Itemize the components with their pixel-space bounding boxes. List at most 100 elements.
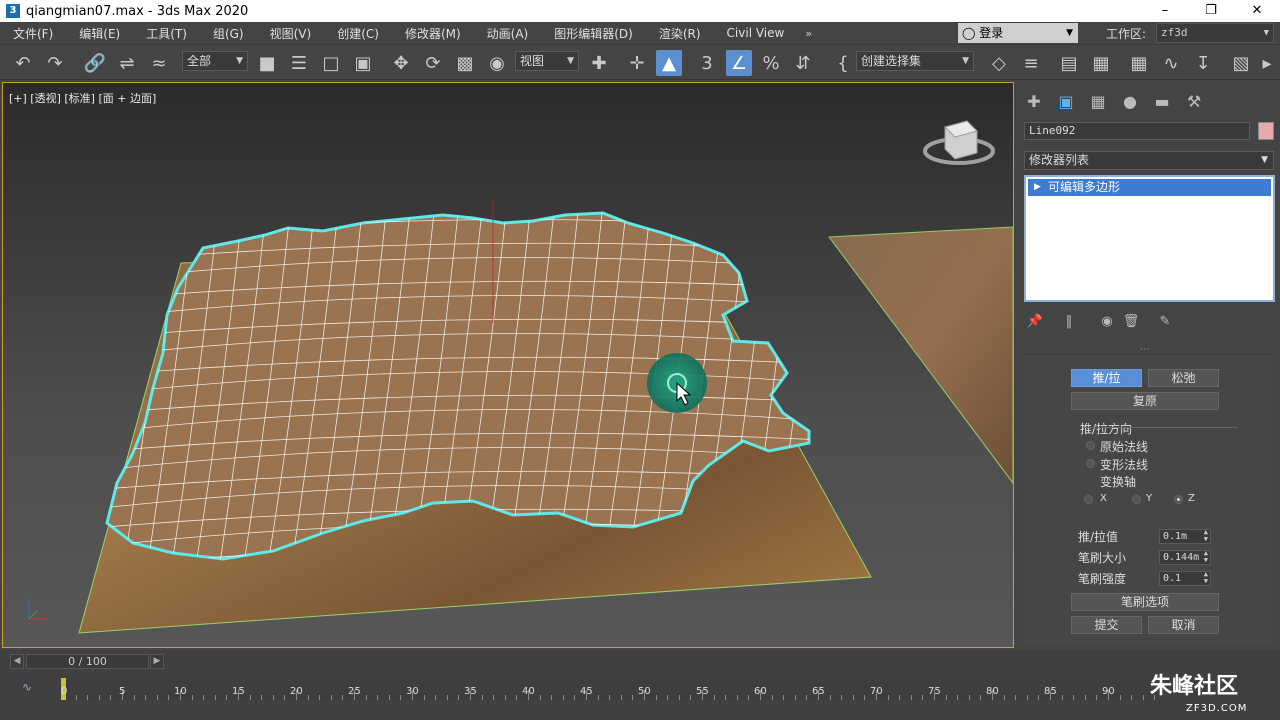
select-by-name-icon[interactable]: ☰ <box>286 50 312 76</box>
push-pull-button[interactable]: 推/拉 <box>1071 369 1142 387</box>
relax-button[interactable]: 松弛 <box>1148 369 1219 387</box>
revert-button[interactable]: 复原 <box>1071 392 1219 410</box>
push-pull-value-spinner[interactable]: 0.1m ▲ ▼ <box>1159 529 1211 544</box>
object-name-field[interactable]: Line092 <box>1024 122 1250 140</box>
ribbon-toggle-icon[interactable]: ▦ <box>1126 50 1152 76</box>
stack-item-editable-poly[interactable]: ▶ 可编辑多边形 <box>1028 179 1271 196</box>
commit-button[interactable]: 提交 <box>1071 616 1142 634</box>
make-unique-icon[interactable]: ◉ <box>1098 313 1116 331</box>
maximize-button[interactable]: ❐ <box>1188 0 1234 22</box>
timeline-tick <box>400 695 402 700</box>
next-frame-icon[interactable]: ▶ <box>150 654 164 669</box>
mirror-icon[interactable]: ◇ <box>986 50 1012 76</box>
rectangular-selection-icon[interactable]: □ <box>318 50 344 76</box>
perspective-viewport[interactable]: [+] [透视] [标准] [面 + 边面] <box>2 82 1014 648</box>
axis-y-radio[interactable] <box>1132 495 1141 504</box>
modify-tab-icon[interactable]: ▣ <box>1052 90 1080 114</box>
menu-graph-editors[interactable]: 图形编辑器(D) <box>541 25 646 42</box>
scale-icon[interactable]: ▩ <box>452 50 478 76</box>
timeline-tick <box>910 695 912 700</box>
axis-z-radio[interactable] <box>1174 495 1183 504</box>
utilities-tab-icon[interactable]: ⚒ <box>1180 90 1208 114</box>
menu-overflow-button[interactable]: » <box>805 27 812 40</box>
reference-coord-dropdown[interactable]: 视图 ▼ <box>515 51 579 71</box>
named-selection-dropdown[interactable]: 创建选择集 ▼ <box>856 51 974 71</box>
menu-views[interactable]: 视图(V) <box>257 25 325 42</box>
curve-editor-icon[interactable]: ∿ <box>1158 50 1184 76</box>
scene-explorer-icon[interactable]: ▤ <box>1056 50 1082 76</box>
unlink-icon[interactable]: ⇌ <box>114 50 140 76</box>
hierarchy-tab-icon[interactable]: ▦ <box>1084 90 1112 114</box>
schematic-view-icon[interactable]: ↧ <box>1190 50 1216 76</box>
menu-file[interactable]: 文件(F) <box>0 25 66 42</box>
close-button[interactable]: ✕ <box>1234 0 1280 22</box>
keyboard-shortcut-override-icon[interactable]: ▲ <box>656 50 682 76</box>
viewport-label[interactable]: [+] [透视] [标准] [面 + 边面] <box>9 90 156 106</box>
edit-named-selection-icon[interactable]: { <box>830 50 856 76</box>
original-normals-radio[interactable] <box>1086 441 1095 450</box>
brush-strength-spinner[interactable]: 0.1 ▲ ▼ <box>1159 571 1211 586</box>
mini-curve-editor-icon[interactable]: ∿ <box>22 680 32 694</box>
select-manipulate-icon[interactable]: ✛ <box>624 50 650 76</box>
brush-options-button[interactable]: 笔刷选项 <box>1071 593 1219 611</box>
menu-modifiers[interactable]: 修改器(M) <box>392 25 474 42</box>
material-editor-icon[interactable]: ▧ <box>1228 50 1254 76</box>
spinner-arrows-icon[interactable]: ▲ ▼ <box>1204 529 1208 543</box>
window-crossing-icon[interactable]: ▣ <box>350 50 376 76</box>
expand-arrow-icon[interactable]: ▶ <box>1034 179 1041 196</box>
menu-animation[interactable]: 动画(A) <box>474 25 542 42</box>
link-icon[interactable]: 🔗 <box>82 50 108 76</box>
viewcube[interactable] <box>923 120 995 165</box>
prev-frame-icon[interactable]: ◀ <box>10 654 24 669</box>
pivot-center-icon[interactable]: ✚ <box>586 50 612 76</box>
timeline-tick <box>307 695 309 700</box>
spinner-snap-icon[interactable]: ⇵ <box>790 50 816 76</box>
bind-space-warp-icon[interactable]: ≈ <box>146 50 172 76</box>
select-object-icon[interactable]: ■ <box>254 50 280 76</box>
menu-edit[interactable]: 编辑(E) <box>66 25 133 42</box>
percent-snap-icon[interactable]: % <box>758 50 784 76</box>
minimize-button[interactable]: – <box>1142 0 1188 22</box>
login-dropdown[interactable]: ◯ 登录 ▼ <box>958 23 1078 43</box>
timeline-tick <box>968 695 970 700</box>
placement-icon[interactable]: ◉ <box>484 50 510 76</box>
remove-modifier-icon[interactable]: 🗑 <box>1122 313 1140 331</box>
menu-create[interactable]: 创建(C) <box>324 25 392 42</box>
pin-stack-icon[interactable]: 📌 <box>1026 313 1044 331</box>
time-slider[interactable]: 0 / 100 <box>26 654 149 669</box>
modifier-list-dropdown[interactable]: 修改器列表 ▼ <box>1024 151 1274 170</box>
redo-icon[interactable]: ↷ <box>42 50 68 76</box>
selection-filter-dropdown[interactable]: 全部 ▼ <box>182 51 248 71</box>
object-color-swatch[interactable] <box>1258 122 1274 140</box>
axis-x-radio[interactable] <box>1084 495 1093 504</box>
menu-civil-view[interactable]: Civil View <box>714 26 798 40</box>
rotate-icon[interactable]: ⟳ <box>420 50 446 76</box>
toolbar-overflow-icon[interactable]: ▸ <box>1258 50 1276 76</box>
configure-sets-icon[interactable]: ✎ <box>1156 313 1174 331</box>
brush-size-spinner[interactable]: 0.144m ▲ ▼ <box>1159 550 1211 565</box>
motion-tab-icon[interactable]: ● <box>1116 90 1144 114</box>
menu-rendering[interactable]: 渲染(R) <box>646 25 714 42</box>
snaps-toggle-icon[interactable]: 3 <box>694 50 720 76</box>
deformed-normals-radio[interactable] <box>1086 459 1095 468</box>
angle-snap-icon[interactable]: ∠ <box>726 50 752 76</box>
layer-explorer-icon[interactable]: ▦ <box>1088 50 1114 76</box>
menu-group[interactable]: 组(G) <box>200 25 257 42</box>
named-selection-value: 创建选择集 <box>861 54 922 68</box>
cancel-button[interactable]: 取消 <box>1148 616 1219 634</box>
ground-plane-secondary <box>828 226 1013 484</box>
timeline-tick <box>748 695 750 700</box>
move-icon[interactable]: ✥ <box>388 50 414 76</box>
workspace-dropdown[interactable]: zf3d ▼ <box>1156 23 1274 43</box>
align-icon[interactable]: ≡ <box>1018 50 1044 76</box>
create-tab-icon[interactable]: ✚ <box>1020 90 1048 114</box>
chevron-down-icon: ▼ <box>1066 28 1073 38</box>
display-tab-icon[interactable]: ▬ <box>1148 90 1176 114</box>
spinner-arrows-icon[interactable]: ▲ ▼ <box>1204 571 1208 585</box>
timeline-tick <box>632 695 634 700</box>
spinner-arrows-icon[interactable]: ▲ ▼ <box>1204 550 1208 564</box>
menu-tools[interactable]: 工具(T) <box>133 25 200 42</box>
show-end-result-icon[interactable]: ‖ <box>1060 313 1078 331</box>
login-label: 登录 <box>979 26 1004 40</box>
undo-icon[interactable]: ↶ <box>10 50 36 76</box>
